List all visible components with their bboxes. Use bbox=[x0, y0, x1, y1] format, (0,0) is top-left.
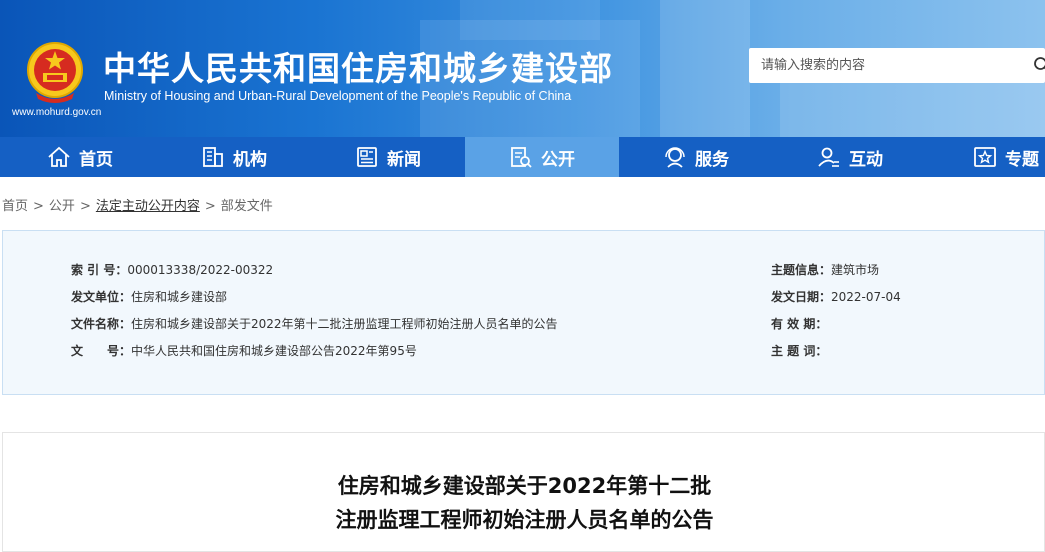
info-label: 主 题 词： bbox=[771, 344, 827, 358]
nav-item-label: 互动 bbox=[849, 145, 883, 170]
national-emblem-icon[interactable] bbox=[26, 41, 84, 103]
breadcrumb-separator: > bbox=[33, 199, 44, 214]
site-title[interactable]: 中华人民共和国住房和城乡建设部 bbox=[103, 42, 613, 90]
info-label: 有 效 期： bbox=[771, 317, 827, 331]
article-title-line2: 注册监理工程师初始注册人员名单的公告 bbox=[3, 504, 1045, 534]
service-icon bbox=[663, 145, 687, 169]
info-value: 住房和城乡建设部关于2022年第十二批注册监理工程师初始注册人员名单的公告 bbox=[131, 317, 558, 331]
nav-item-special[interactable]: 专题 bbox=[927, 137, 1045, 177]
user-chat-icon bbox=[817, 145, 841, 169]
info-date: 发文日期：2022-07-04 bbox=[771, 288, 901, 305]
nav-item-home[interactable]: 首页 bbox=[3, 137, 157, 177]
info-label: 发文单位： bbox=[71, 290, 131, 304]
site-subtitle: Ministry of Housing and Urban-Rural Deve… bbox=[104, 89, 571, 103]
search-input[interactable] bbox=[761, 48, 1021, 83]
nav-item-label: 新闻 bbox=[387, 145, 421, 170]
main-nav: 首页 机构 新闻 公开 bbox=[0, 137, 1045, 177]
news-icon bbox=[355, 145, 379, 169]
nav-item-service[interactable]: 服务 bbox=[619, 137, 773, 177]
breadcrumb-home[interactable]: 首页 bbox=[2, 199, 28, 214]
breadcrumb-separator: > bbox=[205, 199, 216, 214]
article-title-line1: 住房和城乡建设部关于2022年第十二批 bbox=[3, 470, 1045, 500]
search-icon[interactable] bbox=[1033, 56, 1045, 74]
nav-item-news[interactable]: 新闻 bbox=[311, 137, 465, 177]
info-keywords: 主 题 词： bbox=[771, 342, 827, 359]
breadcrumb-separator: > bbox=[80, 199, 91, 214]
nav-item-label: 公开 bbox=[541, 145, 575, 170]
search-box bbox=[749, 48, 1045, 83]
header-banner: www.mohurd.gov.cn 中华人民共和国住房和城乡建设部 Minist… bbox=[0, 0, 1045, 137]
info-value: 000013338/2022-00322 bbox=[127, 263, 273, 277]
info-label: 文件名称： bbox=[71, 317, 131, 331]
nav-item-label: 机构 bbox=[233, 145, 267, 170]
breadcrumb-statutory-content[interactable]: 法定主动公开内容 bbox=[96, 199, 200, 214]
banner-building-shape bbox=[660, 0, 750, 137]
info-value: 2022-07-04 bbox=[831, 290, 901, 304]
breadcrumb: 首页 > 公开 > 法定主动公开内容 > 部发文件 bbox=[2, 195, 273, 214]
nav-item-label: 专题 bbox=[1005, 145, 1039, 170]
info-issuer: 发文单位：住房和城乡建设部 bbox=[71, 288, 227, 305]
info-label: 文 号： bbox=[71, 344, 131, 358]
banner-building-shape bbox=[460, 0, 600, 40]
nav-item-label: 首页 bbox=[79, 145, 113, 170]
info-label: 主题信息： bbox=[771, 263, 831, 277]
home-icon bbox=[47, 145, 71, 169]
info-file-name: 文件名称：住房和城乡建设部关于2022年第十二批注册监理工程师初始注册人员名单的… bbox=[71, 315, 558, 332]
info-label: 发文日期： bbox=[771, 290, 831, 304]
nav-item-label: 服务 bbox=[695, 145, 729, 170]
nav-item-organization[interactable]: 机构 bbox=[157, 137, 311, 177]
document-icon bbox=[509, 145, 533, 169]
info-document-number: 文 号：中华人民共和国住房和城乡建设部公告2022年第95号 bbox=[71, 342, 417, 359]
nav-item-interaction[interactable]: 互动 bbox=[773, 137, 927, 177]
site-url: www.mohurd.gov.cn bbox=[12, 107, 101, 118]
star-icon bbox=[973, 145, 997, 169]
info-index-number: 索 引 号：000013338/2022-00322 bbox=[71, 261, 273, 278]
document-info-box: 索 引 号：000013338/2022-00322 主题信息：建筑市场 发文单… bbox=[2, 230, 1045, 395]
info-value: 住房和城乡建设部 bbox=[131, 290, 227, 304]
article-container: 住房和城乡建设部关于2022年第十二批 注册监理工程师初始注册人员名单的公告 bbox=[2, 432, 1045, 552]
nav-item-public[interactable]: 公开 bbox=[465, 137, 619, 177]
info-validity: 有 效 期： bbox=[771, 315, 827, 332]
info-label: 索 引 号： bbox=[71, 263, 127, 277]
building-icon bbox=[201, 145, 225, 169]
breadcrumb-public[interactable]: 公开 bbox=[49, 199, 75, 214]
info-topic: 主题信息：建筑市场 bbox=[771, 261, 879, 278]
info-value: 建筑市场 bbox=[831, 263, 879, 277]
breadcrumb-current: 部发文件 bbox=[221, 199, 273, 214]
info-value: 中华人民共和国住房和城乡建设部公告2022年第95号 bbox=[131, 344, 417, 358]
